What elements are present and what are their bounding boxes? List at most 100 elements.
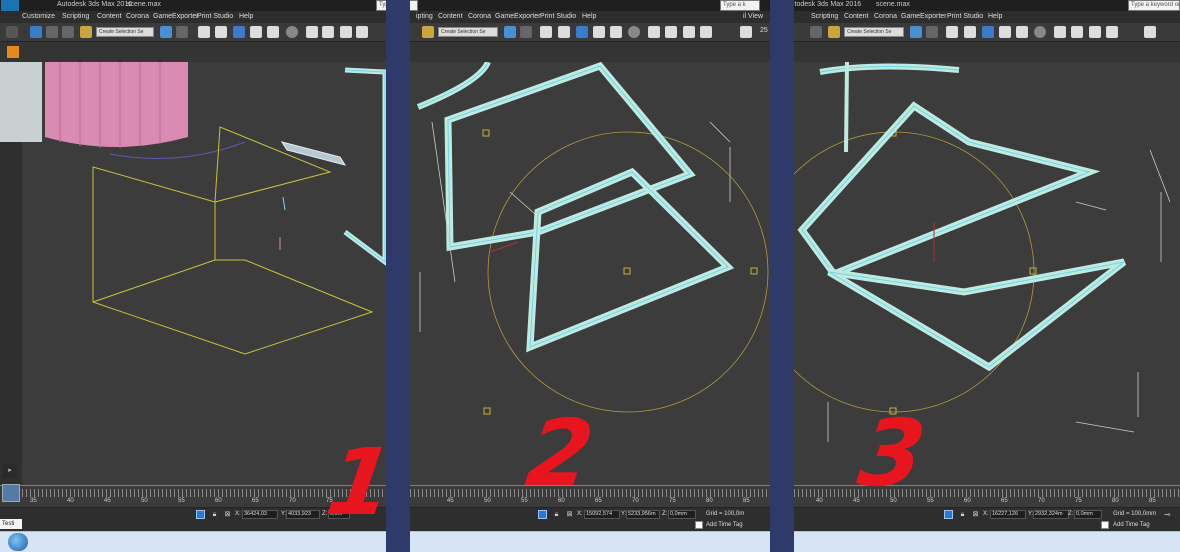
curve-editor-icon[interactable] [593,26,605,38]
menu-print-studio[interactable]: Print Studio [197,13,233,20]
scene-explorer-icon[interactable] [233,26,245,38]
render-frame-icon[interactable] [1071,26,1083,38]
y-coordinate-field[interactable]: 2932,324m [1033,510,1069,519]
ribbon-icon[interactable] [558,26,570,38]
pencil-icon[interactable] [80,26,92,38]
mirror-icon[interactable] [504,26,516,38]
material-editor-icon[interactable] [286,26,298,38]
schematic-icon[interactable] [1016,26,1028,38]
transform-mode-icon[interactable]: ⊠ [223,510,232,519]
search-input[interactable]: Type a k [410,0,418,11]
render-setup-icon[interactable] [306,26,318,38]
camera-icon[interactable] [740,26,752,38]
menu-content[interactable]: Content [438,13,463,20]
time-tag-icon[interactable] [695,521,703,529]
mirror-icon[interactable] [160,26,172,38]
x-coordinate-field[interactable]: 15092,574 [584,510,620,519]
select-link-icon[interactable] [30,26,42,38]
time-tag-icon[interactable] [1101,521,1109,529]
unlink-icon[interactable] [46,26,58,38]
menu-corona[interactable]: Corona [126,13,149,20]
viewport[interactable]: ▸ [0,62,387,485]
align-icon[interactable] [926,26,938,38]
lock-icon[interactable]: 🔒︎ [552,510,561,519]
mirror-icon[interactable] [910,26,922,38]
ribbon-icon[interactable] [215,26,227,38]
menu-content[interactable]: Content [844,13,869,20]
key-icon[interactable]: ⊸ [1164,510,1178,520]
align-icon[interactable] [520,26,532,38]
menu-print-studio[interactable]: Print Studio [540,13,576,20]
z-coordinate-field[interactable]: 0,0mm [668,510,696,519]
bind-icon[interactable] [810,26,822,38]
render-teapot-icon[interactable] [1089,26,1101,38]
render-frame-icon[interactable] [322,26,334,38]
menu-scripting[interactable]: Scripting [811,13,838,20]
lock-icon[interactable]: 🔒︎ [210,510,219,519]
transform-mode-icon[interactable]: ⊠ [565,510,574,519]
curve-editor-icon[interactable] [250,26,262,38]
ribbon-icon[interactable] [964,26,976,38]
x-coordinate-field[interactable]: 36424,03 [242,510,278,519]
menu-help[interactable]: Help [988,13,1002,20]
menu-content[interactable]: Content [97,13,122,20]
menu-scripting[interactable]: ipting [416,13,433,20]
layer-icon[interactable] [198,26,210,38]
menu-print-studio[interactable]: Print Studio [947,13,983,20]
menu-gameexporter[interactable]: GameExporter [153,13,199,20]
x-coordinate-field[interactable]: 16227,126 [990,510,1026,519]
scene-explorer-icon[interactable] [982,26,994,38]
selection-set-dropdown[interactable]: Create Selection Se [96,27,154,37]
add-time-tag[interactable]: Add Time Tag [1113,522,1150,528]
view-label[interactable]: il View [743,13,763,20]
menu-help[interactable]: Help [239,13,253,20]
viewport-scroll-arrow[interactable]: ▸ [3,464,17,478]
render-teapot-icon[interactable] [340,26,352,38]
timeline-knob[interactable] [2,484,20,502]
render-teapot-icon[interactable] [683,26,695,38]
selection-set-dropdown[interactable]: Create Selection Se [438,27,498,37]
curve-editor-icon[interactable] [999,26,1011,38]
render-frame-icon[interactable] [665,26,677,38]
menu-corona[interactable]: Corona [874,13,897,20]
render-iterative-icon[interactable] [1106,26,1118,38]
render-iterative-icon[interactable] [700,26,712,38]
y-coordinate-field[interactable]: 5233,956m [626,510,660,519]
absolute-mode-button[interactable] [196,510,205,519]
schematic-icon[interactable] [610,26,622,38]
render-iterative-icon[interactable] [356,26,368,38]
absolute-mode-button[interactable] [538,510,547,519]
search-input[interactable]: Type a k [720,0,760,11]
render-setup-icon[interactable] [648,26,660,38]
selection-set-dropdown[interactable]: Create Selection Se [844,27,904,37]
menu-gameexporter[interactable]: GameExporter [495,13,541,20]
start-button-icon[interactable] [8,533,28,551]
undo-icon[interactable] [6,26,18,38]
y-coordinate-field[interactable]: 4033,923 [286,510,320,519]
render-setup-icon[interactable] [1054,26,1066,38]
menu-customize[interactable]: Customize [22,13,55,20]
menu-scripting[interactable]: Scripting [62,13,89,20]
fp-icon[interactable] [7,46,19,58]
align-icon[interactable] [176,26,188,38]
pencil-icon[interactable] [422,26,434,38]
material-editor-icon[interactable] [1034,26,1046,38]
transform-mode-icon[interactable]: ⊠ [971,510,980,519]
lock-icon[interactable]: 🔒︎ [958,510,967,519]
z-coordinate-field[interactable]: 0,0mm [1074,510,1102,519]
viewport[interactable] [794,62,1180,485]
render-production-icon[interactable] [1144,26,1156,38]
scene-explorer-icon[interactable] [576,26,588,38]
layer-icon[interactable] [946,26,958,38]
layer-icon[interactable] [540,26,552,38]
pencil-icon[interactable] [828,26,840,38]
menu-gameexporter[interactable]: GameExporter [901,13,947,20]
material-editor-icon[interactable] [628,26,640,38]
timeline[interactable]: 45 50 55 60 65 70 75 80 85 [410,485,770,507]
menu-corona[interactable]: Corona [468,13,491,20]
absolute-mode-button[interactable] [944,510,953,519]
add-time-tag[interactable]: Add Time Tag [706,522,743,528]
menu-help[interactable]: Help [582,13,596,20]
schematic-icon[interactable] [267,26,279,38]
bind-icon[interactable] [62,26,74,38]
